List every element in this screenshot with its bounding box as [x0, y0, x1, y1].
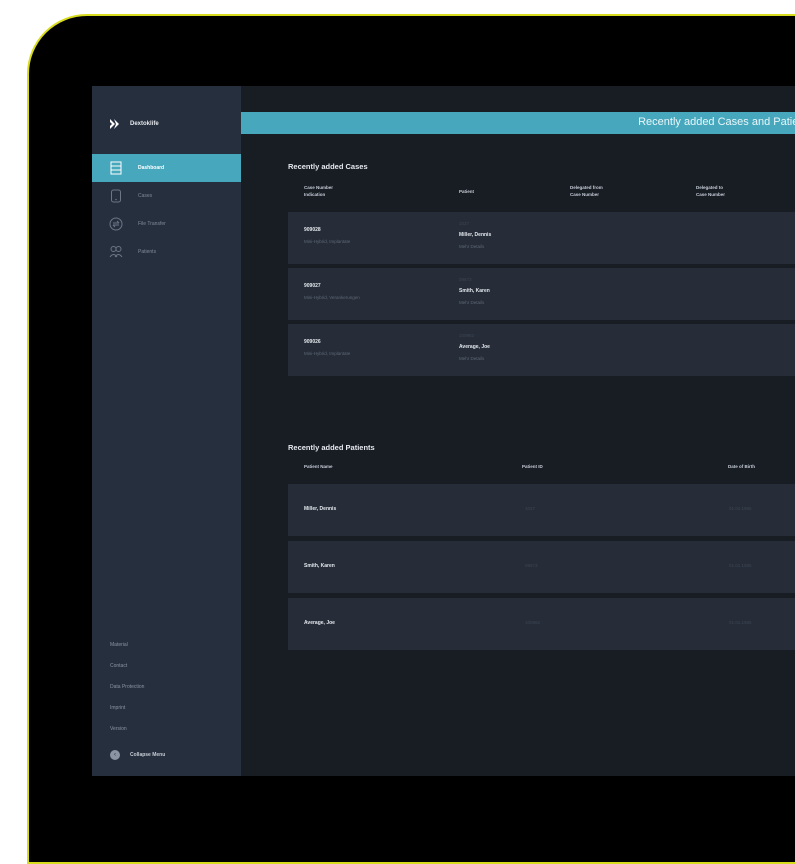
patient-date-of-birth: 01.01.1985 — [729, 563, 752, 568]
sidebar-item-patients[interactable]: Patients — [92, 238, 241, 266]
case-row[interactable]: 909027 Mini-Hybrid, Verankerungen 09673 … — [288, 268, 795, 320]
collapse-icon: ‹ — [110, 750, 120, 760]
logo-icon — [110, 119, 119, 129]
patient-date-of-birth: 01.01.1985 — [729, 506, 752, 511]
patient-details-link[interactable]: Mehr Details — [459, 244, 484, 249]
column-header-date-of-birth[interactable]: Date of Birth — [728, 463, 755, 470]
patient-row[interactable]: Miller, Dennis 1027 01.01.1985 — [288, 484, 795, 536]
patient-row[interactable]: Smith, Karen 09673 01.01.1985 — [288, 541, 795, 593]
footer-link-contact[interactable]: Contact — [110, 663, 127, 669]
patient-name: Average, Joe — [304, 620, 335, 626]
sidebar-item-label: Patients — [138, 249, 157, 255]
footer-link-version[interactable]: Version — [110, 726, 127, 732]
patient-name: Smith, Karen — [459, 288, 490, 294]
case-indication: Mini-Hybrid, Implantate — [304, 351, 351, 356]
column-header-case[interactable]: Case Number Indication — [304, 184, 333, 198]
patients-icon — [108, 244, 124, 260]
sidebar-item-dashboard[interactable]: Dashboard — [92, 154, 241, 182]
patient-details-link[interactable]: Mehr Details — [459, 300, 484, 305]
column-header-delegated-to-line2: Case Number — [696, 192, 726, 197]
patient-id: 09673 — [459, 277, 472, 282]
case-indication: Mini-Hybrid, Verankerungen — [304, 295, 360, 300]
column-header-delegated-from-line1: Delegated from — [570, 185, 603, 190]
column-header-delegated-to-line1: Delegated to — [696, 185, 724, 190]
patient-date-of-birth: 01.01.1985 — [729, 620, 752, 625]
footer-link-material[interactable]: Material — [110, 642, 128, 648]
patients-section-title: Recently added Patients — [288, 443, 375, 452]
column-header-case-number: Case Number — [304, 185, 334, 190]
brand-name: Dextoklife — [130, 121, 159, 127]
footer-link-imprint[interactable]: Imprint — [110, 705, 125, 711]
cases-section-title: Recently added Cases — [288, 162, 368, 171]
sidebar-item-label: Dashboard — [138, 165, 165, 171]
patient-id: 1027 — [459, 221, 470, 226]
patient-name: Miller, Dennis — [459, 232, 492, 238]
case-icon — [108, 188, 124, 204]
case-row[interactable]: 909028 Mini-Hybrid, Implantate 1027 Mill… — [288, 212, 795, 264]
page-header-bar: Recently added Cases and Patients — [241, 112, 795, 134]
patient-id: 100982 — [459, 333, 475, 338]
dashboard-icon — [108, 160, 124, 176]
brand[interactable]: Dextoklife — [108, 118, 159, 130]
case-number: 909027 — [304, 283, 321, 289]
column-header-indication: Indication — [304, 192, 326, 197]
case-indication: Mini-Hybrid, Implantate — [304, 239, 351, 244]
patient-row[interactable]: Average, Joe 100982 01.01.1985 — [288, 598, 795, 650]
patient-id: 100982 — [525, 620, 541, 625]
transfer-icon — [108, 216, 124, 232]
patient-name: Smith, Karen — [304, 563, 335, 569]
collapse-menu-label: Collapse Menu — [130, 752, 166, 758]
column-header-delegated-from-line2: Case Number — [570, 192, 600, 197]
case-row[interactable]: 909026 Mini-Hybrid, Implantate 100982 Av… — [288, 324, 795, 376]
patient-name: Average, Joe — [459, 344, 490, 350]
column-header-patient-id[interactable]: Patient ID — [522, 463, 543, 470]
column-header-delegated-to[interactable]: Delegated to Case Number — [696, 184, 725, 198]
column-header-patient[interactable]: Patient — [459, 188, 474, 195]
footer-link-data-protection[interactable]: Data Protection — [110, 684, 144, 690]
patient-name: Miller, Dennis — [304, 506, 337, 512]
page-title: Recently added Cases and Patients — [638, 116, 795, 128]
collapse-menu-button[interactable]: ‹ Collapse Menu — [110, 750, 165, 760]
patient-id: 09673 — [525, 563, 538, 568]
column-header-patient-name[interactable]: Patient Name — [304, 463, 333, 470]
sidebar: Dextoklife Dashboard Cases File Transfer… — [92, 86, 241, 776]
case-number: 909026 — [304, 339, 321, 345]
sidebar-item-file-transfer[interactable]: File Transfer — [92, 210, 241, 238]
patient-id: 1027 — [525, 506, 536, 511]
patient-details-link[interactable]: Mehr Details — [459, 356, 484, 361]
app-screen: Dextoklife Dashboard Cases File Transfer… — [92, 86, 795, 776]
sidebar-item-cases[interactable]: Cases — [92, 182, 241, 210]
case-number: 909028 — [304, 227, 321, 233]
column-header-delegated-from[interactable]: Delegated from Case Number — [570, 184, 603, 198]
sidebar-item-label: Cases — [138, 193, 153, 199]
sidebar-item-label: File Transfer — [138, 221, 166, 227]
